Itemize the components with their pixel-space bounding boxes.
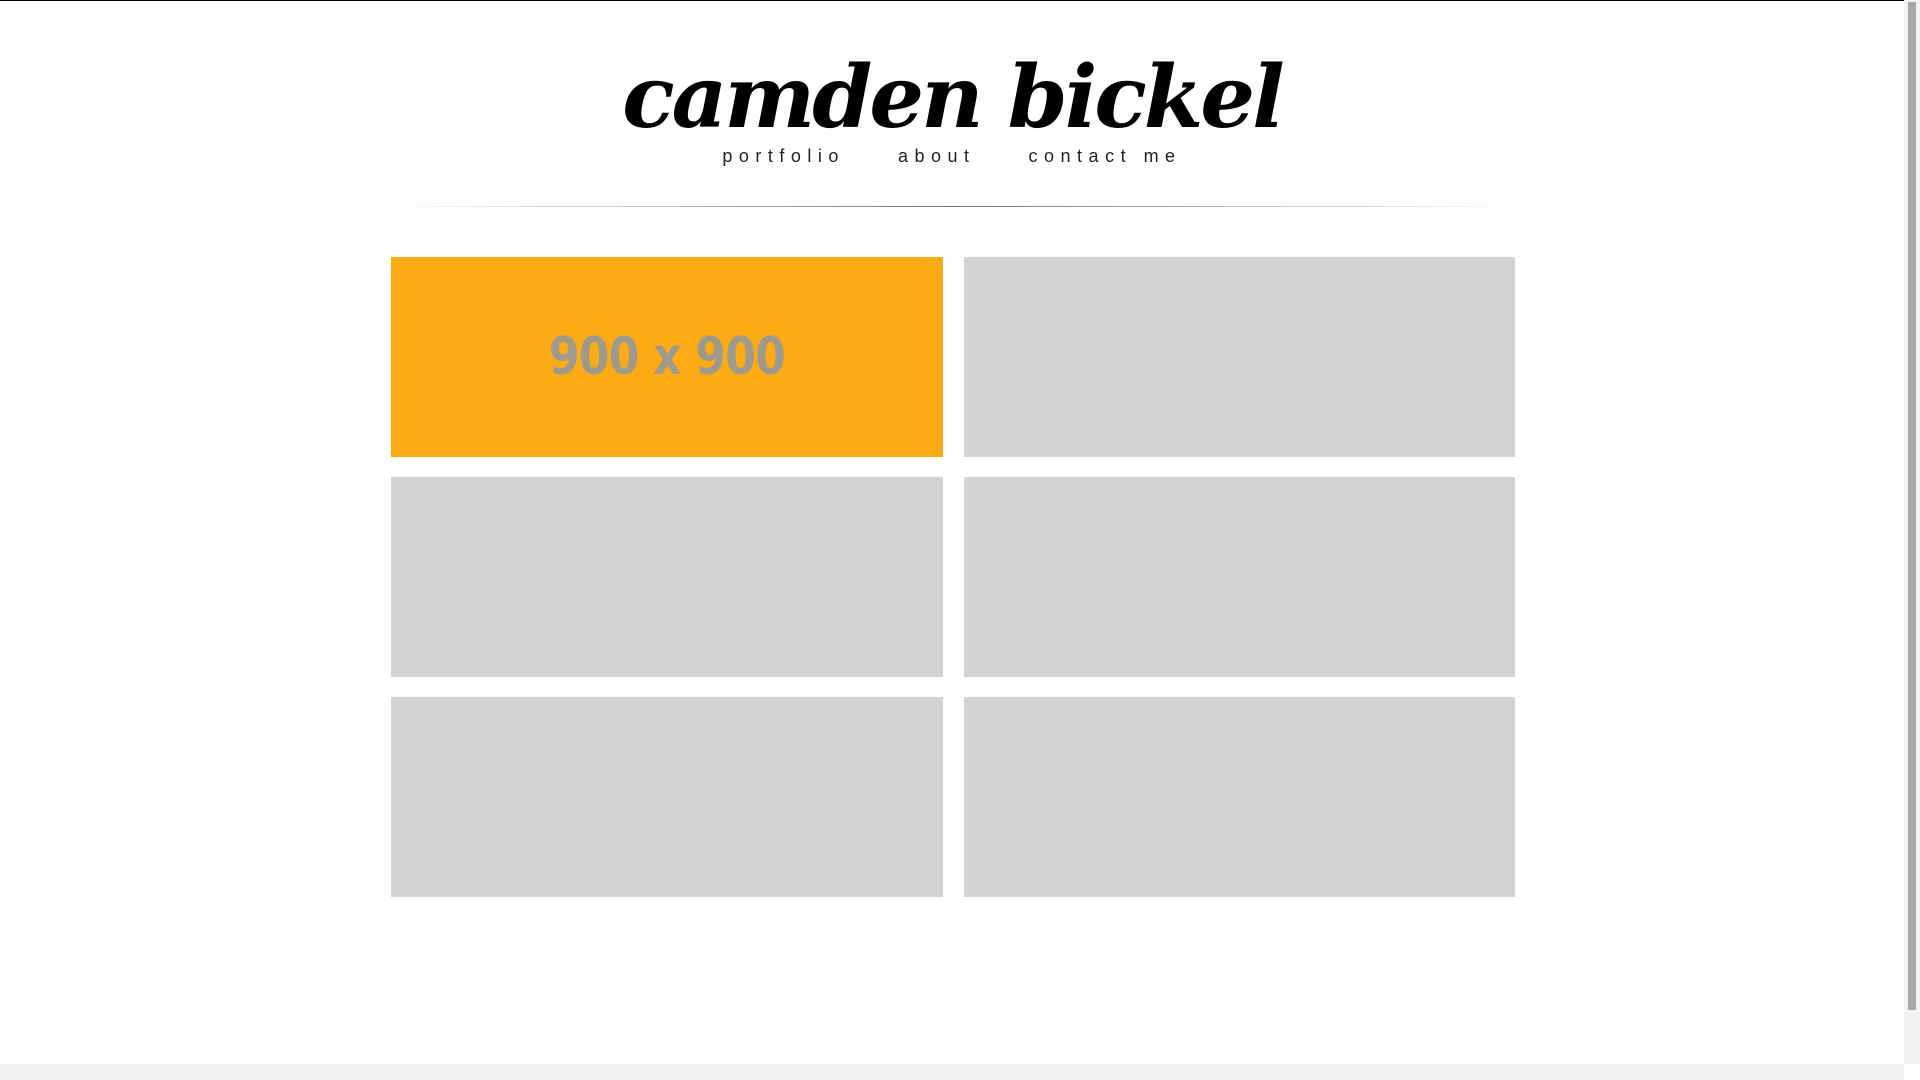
portfolio-grid: 900 x 900 (391, 257, 1515, 897)
nav-link-about[interactable]: about (898, 143, 976, 169)
horizontal-scrollbar-track (0, 1064, 1904, 1080)
site-title[interactable]: camden bickel (0, 38, 1904, 158)
header-divider (390, 206, 1514, 207)
top-border (0, 0, 1904, 1)
tile-size-label: 900 x 900 (548, 327, 786, 387)
portfolio-tile-2[interactable] (964, 257, 1515, 457)
vertical-scrollbar[interactable] (1904, 0, 1920, 1064)
portfolio-tile-4[interactable] (964, 477, 1515, 677)
portfolio-tile-6[interactable] (964, 697, 1515, 897)
main-nav: portfolio about contact me (0, 143, 1904, 169)
portfolio-tile-3[interactable] (391, 477, 943, 677)
scrollbar-thumb[interactable] (1908, 2, 1916, 1010)
nav-link-contact[interactable]: contact me (1029, 143, 1182, 169)
portfolio-tile-5[interactable] (391, 697, 943, 897)
portfolio-tile-1[interactable]: 900 x 900 (391, 257, 943, 457)
nav-link-portfolio[interactable]: portfolio (722, 143, 845, 169)
page: camden bickel portfolio about contact me… (0, 0, 1920, 1080)
